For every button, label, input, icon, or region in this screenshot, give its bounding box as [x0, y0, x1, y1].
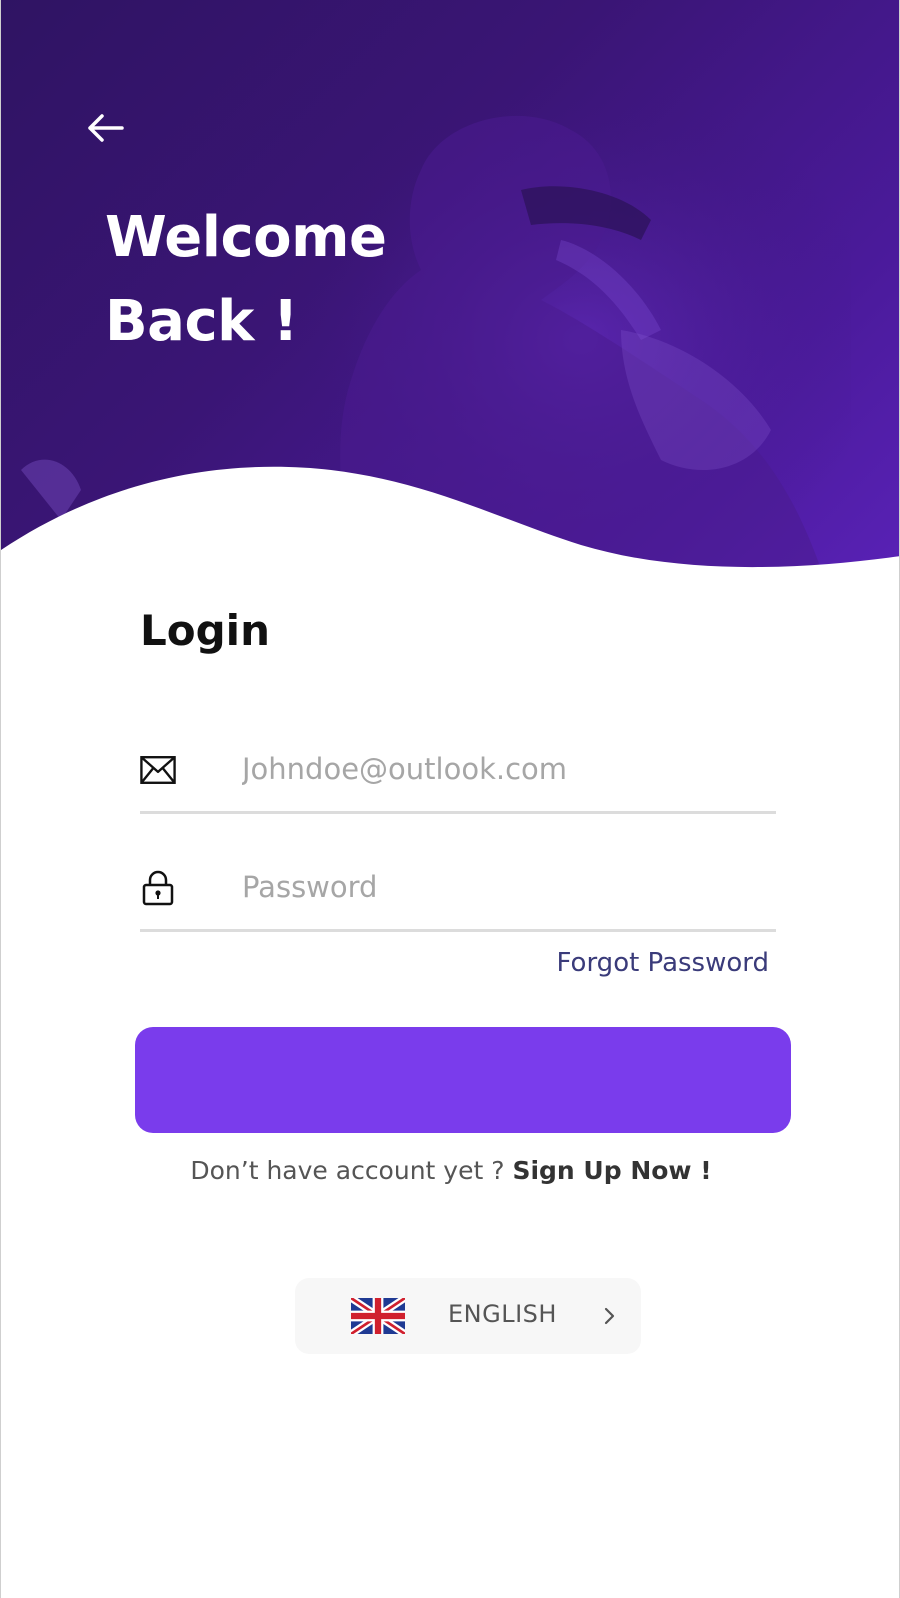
arrow-left-icon: [88, 114, 124, 142]
login-button[interactable]: [135, 1027, 791, 1133]
welcome-title-line2: Back !: [105, 289, 298, 354]
language-label: ENGLISH: [448, 1300, 557, 1328]
welcome-title-line1: Welcome: [105, 205, 387, 270]
chevron-right-icon: [604, 1307, 615, 1325]
email-field: [140, 738, 776, 814]
signup-prompt: Don’t have account yet ? Sign Up Now !: [1, 1156, 899, 1185]
envelope-icon: [140, 752, 176, 788]
language-selector[interactable]: ENGLISH: [295, 1278, 641, 1354]
password-field: [140, 856, 776, 932]
login-screen: Welcome Back ! Login Forgot Password: [0, 0, 900, 1598]
back-button[interactable]: [81, 104, 129, 152]
lock-icon: [140, 870, 176, 906]
email-input[interactable]: [242, 744, 762, 794]
signup-prompt-text: Don’t have account yet ?: [190, 1156, 505, 1185]
login-heading: Login: [140, 606, 270, 655]
forgot-password-link[interactable]: Forgot Password: [557, 948, 769, 978]
uk-flag-icon: [351, 1298, 405, 1334]
hero-header: Welcome Back !: [1, 0, 899, 600]
signup-link[interactable]: Sign Up Now !: [512, 1156, 711, 1185]
password-input[interactable]: [242, 862, 762, 912]
welcome-title: Welcome Back !: [105, 196, 387, 364]
